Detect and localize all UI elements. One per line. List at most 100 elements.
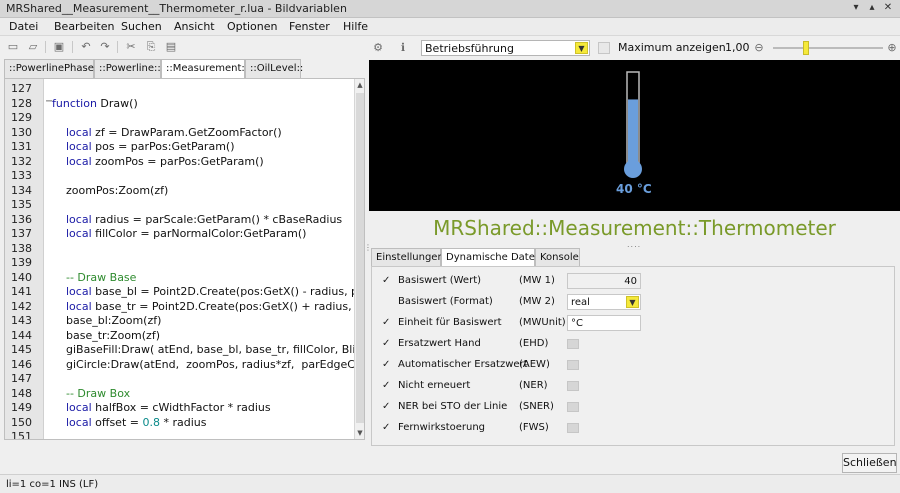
code-line[interactable]: 131 local pos = parPos:GetParam() [5, 139, 355, 154]
code-line[interactable]: 141 local base_bl = Point2D.Create(pos:G… [5, 284, 364, 299]
line-number: 151 [11, 430, 32, 440]
maximum-label: Maximum anzeigen [618, 41, 726, 54]
property-input[interactable]: 40 [567, 273, 641, 289]
property-checkbox[interactable]: ✓ [382, 422, 393, 433]
menu-ansicht[interactable]: Ansicht [174, 20, 215, 33]
menu-fenster[interactable]: Fenster [289, 20, 330, 33]
code-line[interactable]: 146 giCircle:Draw(atEnd, zoomPos, radius… [5, 357, 364, 372]
tab-einstellungen[interactable]: Einstellungen [371, 248, 444, 267]
status-bar: li=1 co=1 INS (LF) [0, 474, 900, 493]
open-folder-icon[interactable]: ▱ [26, 40, 40, 54]
code-line[interactable]: 142 local base_tr = Point2D.Create(pos:G… [5, 299, 364, 314]
tab-powerline[interactable]: ::Powerline:: [94, 59, 161, 78]
property-checkbox[interactable]: ✓ [382, 275, 393, 286]
close-button[interactable]: Schließen [842, 453, 897, 473]
zoom-slider-handle[interactable] [803, 41, 809, 55]
line-number: 132 [11, 154, 32, 168]
property-checkbox[interactable]: ✓ [382, 317, 393, 328]
code-line[interactable]: 150 local offset = 0.8 * radius [5, 415, 355, 430]
copy-icon[interactable]: ⎘ [144, 40, 158, 54]
code-line[interactable]: 129 [5, 110, 355, 125]
menu-hilfe[interactable]: Hilfe [343, 20, 368, 33]
property-flag[interactable] [567, 402, 579, 412]
property-flag[interactable] [567, 339, 579, 349]
save-icon[interactable]: ▣ [52, 40, 66, 54]
preview-canvas[interactable]: 40 °C [369, 60, 900, 211]
code-text: -- Draw Base [52, 270, 137, 284]
tab-konsole[interactable]: Konsole [535, 248, 580, 267]
property-flag[interactable] [567, 381, 579, 391]
maximize-icon[interactable]: ▴ [866, 2, 878, 14]
code-editor[interactable]: 127 128− function Draw() 129 130 local zf = … [4, 78, 365, 440]
property-flag[interactable] [567, 360, 579, 370]
vertical-scrollbar[interactable]: ▲ ▼ [354, 79, 364, 439]
line-number: 143 [11, 314, 32, 327]
property-label: NER bei STO der Linie [398, 401, 508, 412]
zoom-out-icon[interactable]: ⊖ [752, 41, 766, 55]
undo-icon[interactable]: ↶ [79, 40, 93, 54]
code-line[interactable]: 134 zoomPos:Zoom(zf) [5, 183, 355, 198]
zoom-slider-track[interactable] [773, 41, 883, 55]
new-file-icon[interactable]: ▭ [6, 40, 20, 54]
menu-suchen[interactable]: Suchen [121, 20, 162, 33]
line-number: 128 [11, 96, 32, 110]
code-line[interactable]: 143 base_bl:Zoom(zf) [5, 313, 355, 328]
property-checkbox[interactable]: ✓ [382, 380, 393, 391]
scroll-down-icon[interactable]: ▼ [356, 429, 364, 437]
code-line[interactable]: 133 [5, 168, 355, 183]
property-input[interactable]: °C [567, 315, 641, 331]
code-line[interactable]: 138 [5, 241, 355, 256]
redo-icon[interactable]: ↷ [98, 40, 112, 54]
gear-icon[interactable]: ⚙ [371, 41, 385, 55]
property-flag[interactable] [567, 423, 579, 433]
close-icon[interactable]: ✕ [882, 2, 894, 14]
property-value: °C [571, 318, 583, 329]
code-line[interactable]: 132 local zoomPos = parPos:GetParam() [5, 154, 355, 169]
scrollbar-thumb[interactable] [356, 93, 364, 423]
chevron-down-icon[interactable]: ▼ [575, 42, 588, 54]
code-line[interactable]: 149 local halfBox = cWidthFactor * radiu… [5, 400, 355, 415]
window-title: MRShared__Measurement__Thermometer_r.lua… [6, 2, 347, 15]
code-line[interactable]: 148 -- Draw Box [5, 386, 355, 401]
code-line[interactable]: 130 local zf = DrawParam.GetZoomFactor() [5, 125, 355, 140]
code-line[interactable]: 147 [5, 371, 355, 386]
property-checkbox[interactable]: ✓ [382, 359, 393, 370]
code-line[interactable]: 136 local radius = parScale:GetParam() *… [5, 212, 355, 227]
tab-dynamische-daten[interactable]: Dynamische Daten [441, 248, 541, 268]
tab-powerline-phases[interactable]: ::PowerlinePhases [4, 59, 99, 78]
menu-datei[interactable]: Datei [9, 20, 38, 33]
tab-oillevel[interactable]: ::OilLevel:: [245, 59, 303, 78]
mode-select[interactable]: Betriebsführung ▼ [421, 40, 590, 56]
property-label: Nicht erneuert [398, 380, 471, 391]
property-code: (NER) [519, 380, 548, 391]
code-line[interactable]: 127 [5, 81, 355, 96]
property-select[interactable]: real ▼ [567, 294, 641, 310]
maximum-checkbox[interactable] [598, 42, 610, 54]
code-line[interactable]: 145 giBaseFill:Draw( atEnd, base_bl, bas… [5, 342, 364, 357]
property-row: ✓ Basiswert (Wert) (MW 1) 40 [372, 271, 892, 291]
code-line[interactable]: 140 -- Draw Base [5, 270, 355, 285]
code-line[interactable]: 139 [5, 255, 355, 270]
code-line[interactable]: 144 base_tr:Zoom(zf) [5, 328, 355, 343]
code-line[interactable]: 137 local fillColor = parNormalColor:Get… [5, 226, 355, 241]
scroll-up-icon[interactable]: ▲ [356, 81, 364, 89]
menu-optionen[interactable]: Optionen [227, 20, 277, 33]
line-number: 131 [11, 140, 32, 153]
code-line[interactable]: 128− function Draw() [5, 96, 355, 111]
property-checkbox[interactable] [382, 296, 393, 307]
property-row: ✓ Ersatzwert Hand (EHD) [372, 334, 892, 354]
property-checkbox[interactable]: ✓ [382, 338, 393, 349]
menu-bearbeiten[interactable]: Bearbeiten [54, 20, 114, 33]
minimize-icon[interactable]: ▾ [850, 2, 862, 14]
code-line[interactable]: 151 [5, 429, 355, 440]
paste-icon[interactable]: ▤ [164, 40, 178, 54]
line-number: 130 [11, 125, 32, 139]
cut-icon[interactable]: ✂ [124, 40, 138, 54]
chevron-down-icon[interactable]: ▼ [626, 296, 639, 308]
property-label: Basiswert (Format) [398, 296, 493, 307]
info-icon[interactable]: ℹ [396, 41, 410, 55]
tab-measurement[interactable]: ::Measurement:: [161, 59, 248, 79]
code-line[interactable]: 135 [5, 197, 355, 212]
property-checkbox[interactable]: ✓ [382, 401, 393, 412]
zoom-in-icon[interactable]: ⊕ [885, 41, 899, 55]
